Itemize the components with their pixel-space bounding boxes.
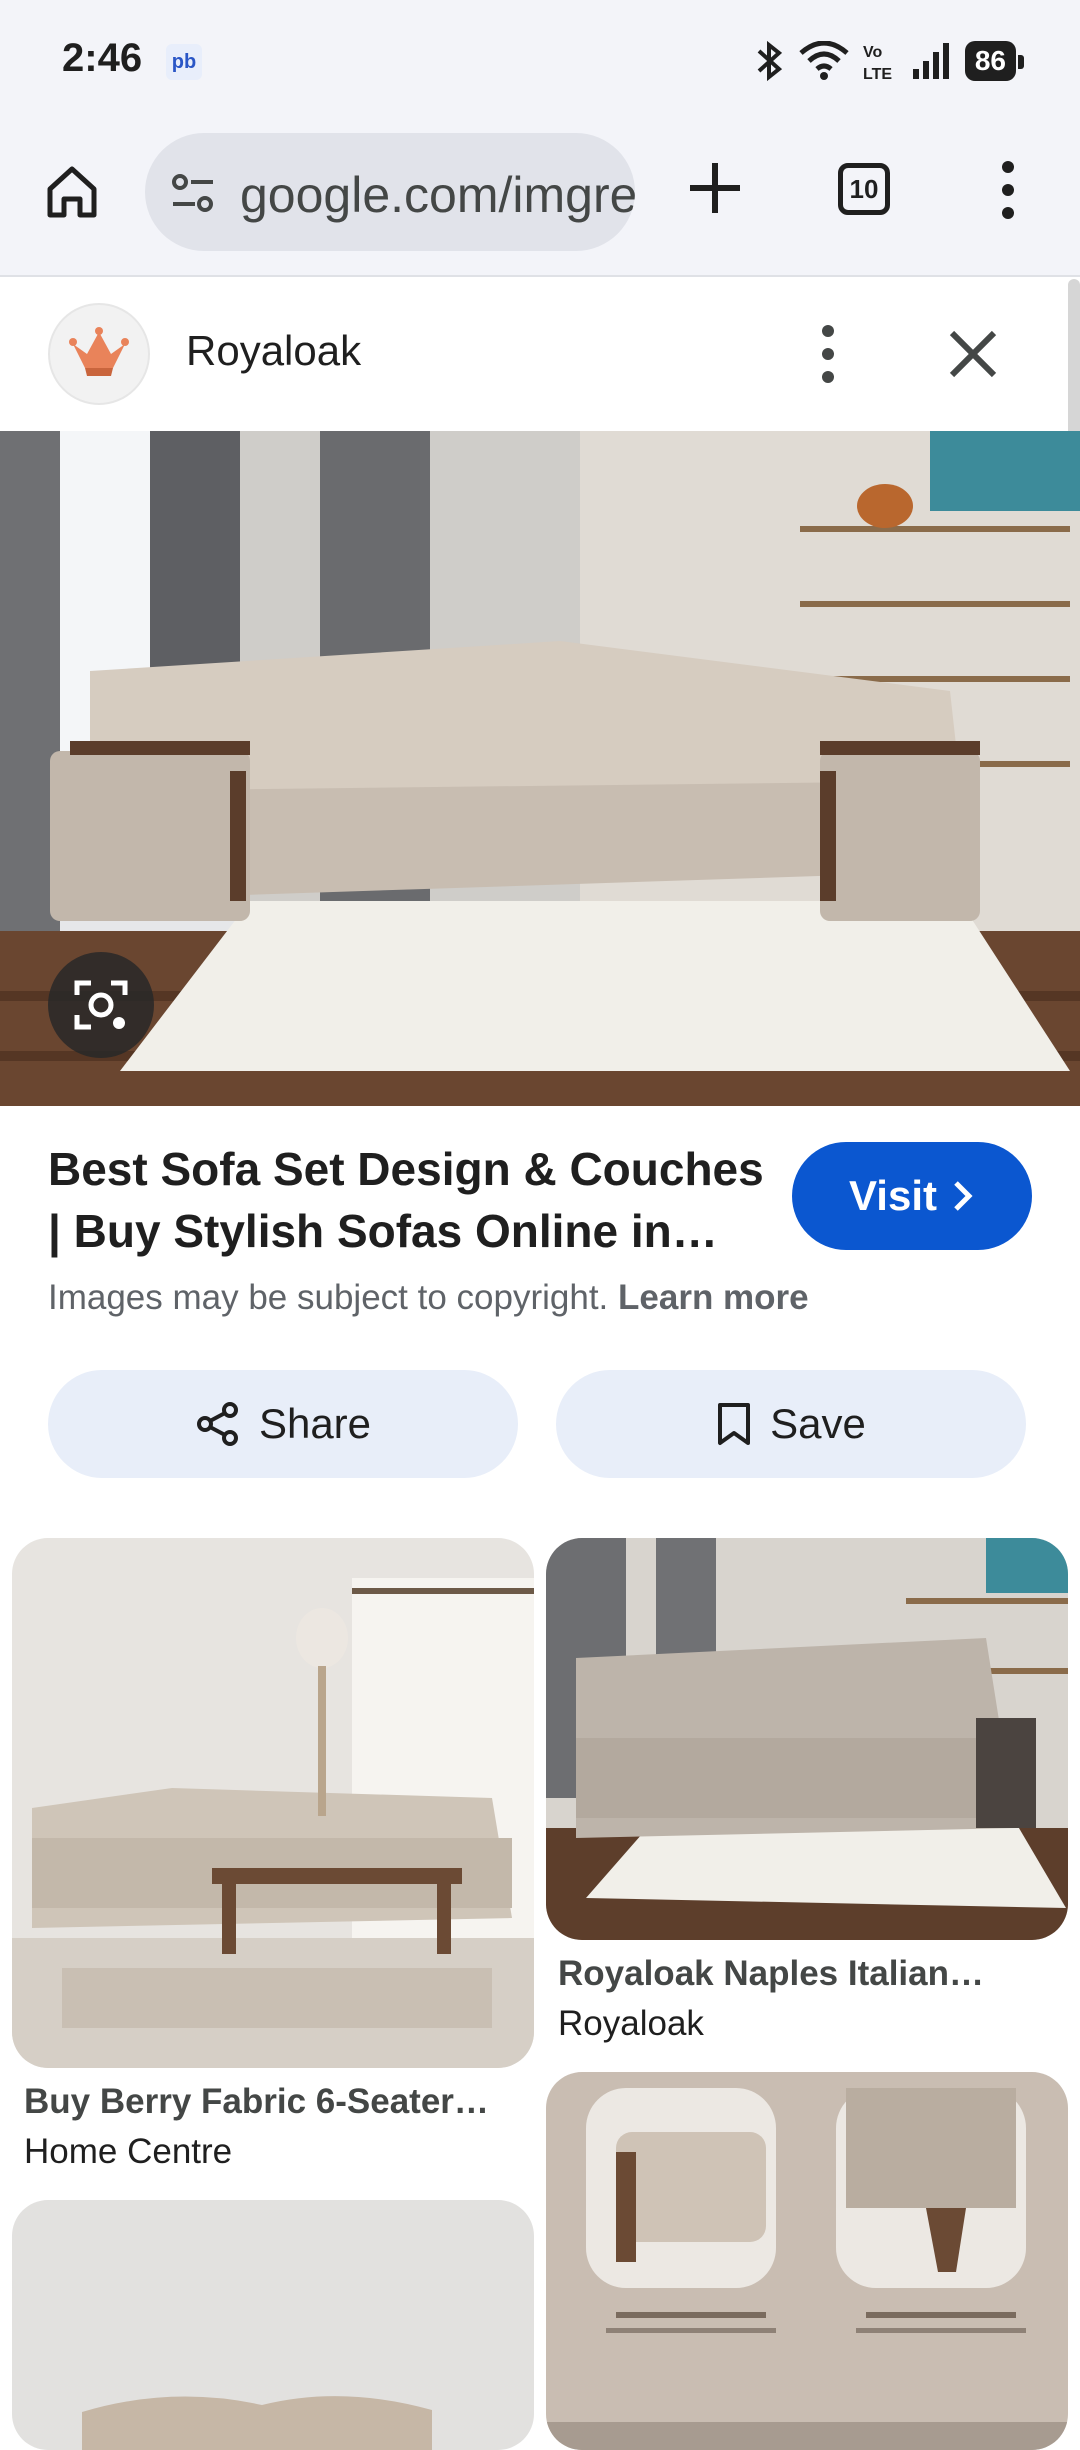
related-card-1-image[interactable] bbox=[12, 1538, 534, 2068]
lens-search-button[interactable] bbox=[48, 952, 154, 1058]
status-bar: 2:46 pb Vo LTE 86 bbox=[0, 0, 1080, 125]
bookmark-icon bbox=[718, 1403, 751, 1445]
related-photo-1 bbox=[12, 1538, 534, 2068]
new-tab-icon[interactable] bbox=[680, 153, 750, 223]
battery-icon: 86 bbox=[964, 41, 1025, 81]
copyright-text: Images may be subject to copyright. bbox=[48, 1278, 609, 1317]
signal-icon bbox=[912, 43, 949, 79]
status-time: 2:46 bbox=[62, 36, 143, 80]
share-label: Share bbox=[258, 1400, 372, 1447]
close-icon[interactable] bbox=[940, 321, 1006, 387]
related-card-1-source: Home Centre bbox=[24, 2132, 233, 2171]
related-card-3-image[interactable] bbox=[12, 2200, 534, 2450]
browser-menu-icon[interactable] bbox=[990, 155, 1026, 225]
sofa-photo bbox=[0, 431, 1080, 1106]
wifi-icon bbox=[799, 41, 849, 80]
crown-logo-icon bbox=[69, 327, 129, 376]
visit-label: Visit bbox=[849, 1172, 937, 1219]
svg-text:Vo: Vo bbox=[863, 44, 882, 61]
address-bar[interactable]: google.com/imgres bbox=[145, 133, 635, 251]
url-text: google.com/imgres bbox=[240, 167, 635, 223]
related-photo-4 bbox=[546, 2072, 1068, 2450]
save-label: Save bbox=[770, 1400, 866, 1447]
volte-icon: Vo LTE bbox=[863, 44, 892, 83]
save-button[interactable]: Save bbox=[556, 1370, 1026, 1478]
site-avatar bbox=[48, 303, 150, 405]
visit-button[interactable]: Visit bbox=[792, 1142, 1032, 1250]
learn-more-link[interactable]: Learn more bbox=[618, 1278, 809, 1317]
home-icon bbox=[47, 166, 97, 218]
related-card-2-image[interactable] bbox=[546, 1538, 1068, 1940]
chevron-right-icon bbox=[954, 1181, 973, 1211]
related-photo-3 bbox=[12, 2200, 534, 2450]
result-title[interactable]: Best Sofa Set Design & Couches | Buy Sty… bbox=[48, 1138, 768, 1262]
browser-toolbar: google.com/imgres 10 bbox=[0, 125, 1080, 277]
status-icons: Vo LTE 86 bbox=[755, 36, 1025, 86]
main-image[interactable] bbox=[0, 431, 1080, 1106]
site-name: Royaloak bbox=[186, 327, 362, 374]
lens-icon bbox=[74, 980, 128, 1030]
related-card-1-title[interactable]: Buy Berry Fabric 6-Seater… bbox=[24, 2082, 489, 2122]
site-settings-icon[interactable] bbox=[167, 167, 219, 219]
related-card-4-image[interactable] bbox=[546, 2072, 1068, 2450]
bluetooth-icon bbox=[757, 40, 782, 82]
svg-text:LTE: LTE bbox=[863, 66, 892, 83]
more-options-icon[interactable] bbox=[810, 319, 846, 389]
share-button[interactable]: Share bbox=[48, 1370, 518, 1478]
home-button[interactable] bbox=[38, 157, 106, 225]
image-panel-header: Royaloak bbox=[0, 279, 1080, 431]
copyright-notice: Images may be subject to copyright. Lear… bbox=[48, 1278, 809, 1318]
notification-badge: pb bbox=[166, 44, 202, 80]
share-icon bbox=[196, 1402, 238, 1446]
related-photo-2 bbox=[546, 1538, 1068, 1940]
related-card-2-source: Royaloak bbox=[558, 2004, 704, 2043]
tab-switcher-button[interactable]: 10 bbox=[838, 163, 890, 215]
related-card-2-title[interactable]: Royaloak Naples Italian… bbox=[558, 1954, 984, 1994]
